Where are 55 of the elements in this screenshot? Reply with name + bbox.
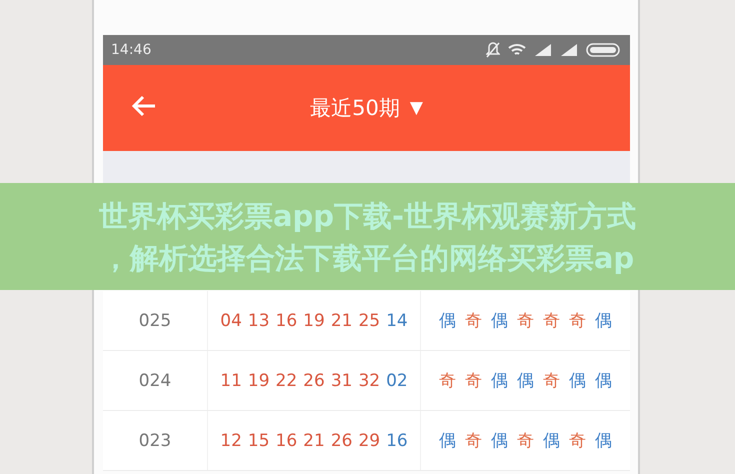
parity-mark: 偶 [517, 370, 534, 392]
draw-number: 11 [220, 370, 242, 390]
parity-mark: 奇 [543, 370, 560, 392]
issue-number: 024 [103, 351, 208, 410]
draw-number: 25 [358, 310, 380, 330]
draw-number: 14 [386, 310, 408, 330]
parity-mark: 偶 [439, 310, 456, 332]
parity-mark: 奇 [517, 310, 534, 332]
period-dropdown[interactable]: 最近50期 ▼ [310, 94, 423, 122]
parity-mark: 奇 [569, 310, 586, 332]
status-time: 14:46 [111, 42, 152, 58]
draw-number: 16 [276, 430, 298, 450]
parity-mark: 偶 [491, 310, 508, 332]
parity-mark: 偶 [569, 370, 586, 392]
draw-number: 15 [248, 430, 270, 450]
back-arrow-icon[interactable] [131, 95, 157, 117]
draw-number: 31 [330, 370, 352, 390]
parity-mark: 奇 [517, 430, 534, 452]
draw-number: 02 [386, 370, 408, 390]
banner-text: ，解析选择合法下载平台的网络买彩票ap [100, 240, 634, 276]
draw-number: 21 [303, 430, 325, 450]
draw-number: 22 [276, 370, 298, 390]
parity-mark: 奇 [465, 430, 482, 452]
parity-mark: 偶 [491, 430, 508, 452]
signal-icon [534, 43, 552, 57]
parity-mark: 偶 [595, 370, 612, 392]
parity-mark: 奇 [439, 370, 456, 392]
wifi-icon [508, 43, 526, 57]
parity-mark: 奇 [569, 430, 586, 452]
parity-mark: 偶 [595, 310, 612, 332]
issue-number: 023 [103, 411, 208, 470]
battery-icon [586, 43, 622, 57]
parity-mark: 奇 [465, 310, 482, 332]
draw-number: 21 [330, 310, 352, 330]
parity-mark: 奇 [465, 370, 482, 392]
issue-number: 025 [103, 291, 208, 350]
draw-number: 12 [220, 430, 242, 450]
bell-off-icon [486, 42, 500, 58]
draw-number: 04 [220, 310, 242, 330]
draw-number: 13 [248, 310, 270, 330]
draw-number: 16 [276, 310, 298, 330]
parity-mark: 偶 [439, 430, 456, 452]
draw-number: 19 [303, 310, 325, 330]
parity-mark: 偶 [595, 430, 612, 452]
draw-number: 32 [358, 370, 380, 390]
draw-number: 29 [358, 430, 380, 450]
parity-mark: 偶 [543, 430, 560, 452]
signal-icon [560, 43, 578, 57]
banner-text: 世界杯买彩票app下载-世界杯观赛新方式 [98, 198, 636, 234]
parity-mark: 偶 [491, 370, 508, 392]
draw-number: 19 [248, 370, 270, 390]
draw-number: 26 [330, 430, 352, 450]
parity-mark: 奇 [543, 310, 560, 332]
draw-number: 16 [386, 430, 408, 450]
draw-number: 26 [303, 370, 325, 390]
